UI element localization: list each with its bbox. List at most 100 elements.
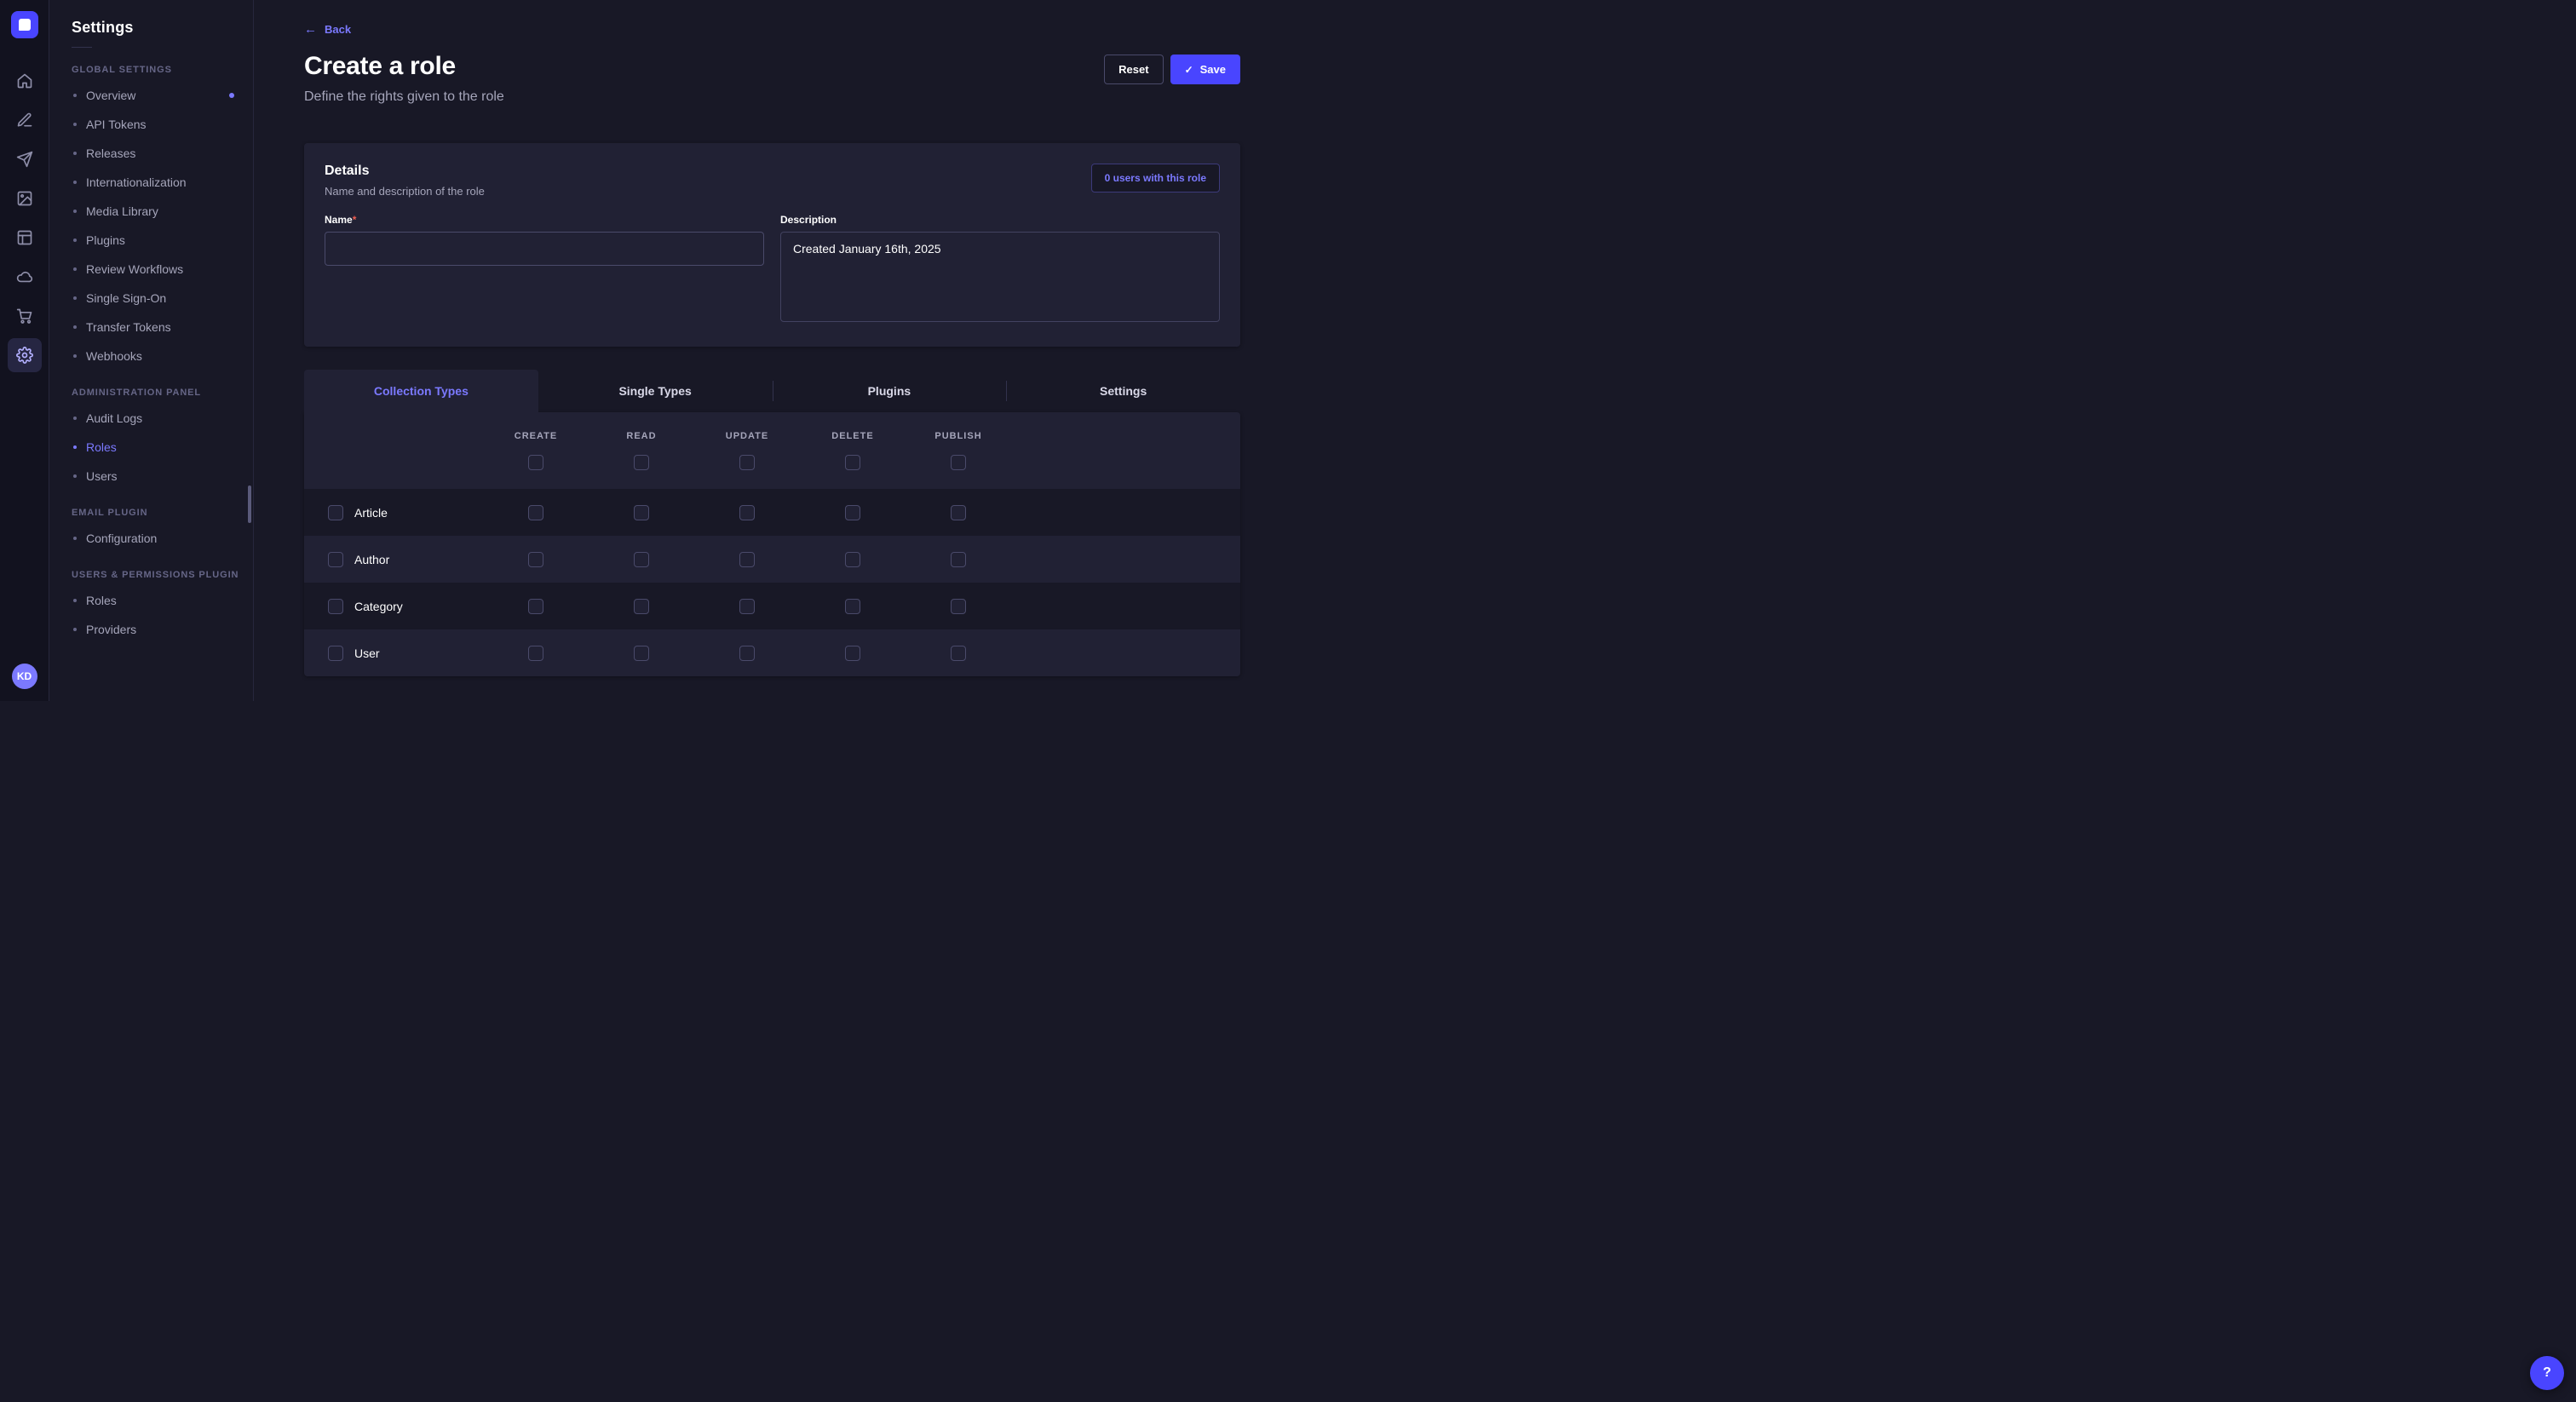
bullet-dot [73, 417, 77, 420]
sidebar-item-roles[interactable]: Roles [72, 433, 253, 462]
article-publish-checkbox[interactable] [951, 505, 966, 520]
sidebar-item-transfer-tokens[interactable]: Transfer Tokens [72, 313, 253, 342]
details-card: Details Name and description of the role… [304, 143, 1240, 347]
article-read-checkbox[interactable] [634, 505, 649, 520]
bullet-dot [73, 325, 77, 329]
strapi-logo [11, 11, 38, 38]
sidebar-item-media-library[interactable]: Media Library [72, 197, 253, 226]
select-all-publish-checkbox[interactable] [951, 455, 966, 470]
column-label-read: READ [626, 431, 656, 441]
select-all-read-checkbox[interactable] [634, 455, 649, 470]
bullet-dot [73, 628, 77, 631]
save-button[interactable]: ✓ Save [1170, 55, 1240, 84]
avatar[interactable]: KD [12, 664, 37, 689]
column-label-update: UPDATE [726, 431, 768, 441]
nav-home-icon[interactable] [8, 64, 42, 98]
sidebar-item-webhooks[interactable]: Webhooks [72, 342, 253, 371]
user-delete-checkbox[interactable] [845, 646, 860, 661]
nav-releases-icon[interactable] [8, 142, 42, 176]
header-actions: Reset ✓ Save [1104, 52, 1240, 84]
author-delete-checkbox[interactable] [845, 552, 860, 567]
tab-collection-types[interactable]: Collection Types [304, 370, 538, 412]
sidebar-item-plugins[interactable]: Plugins [72, 226, 253, 255]
sidebar-item-roles[interactable]: Roles [72, 586, 253, 615]
nav-media-library-icon[interactable] [8, 181, 42, 215]
nav-cloud-icon[interactable] [8, 260, 42, 294]
sidebar-item-label: Media Library [86, 204, 158, 218]
article-select-checkbox[interactable] [328, 505, 343, 520]
row-label-user: User [354, 646, 380, 660]
nav-settings-icon[interactable] [8, 338, 42, 372]
sidebar-item-overview[interactable]: Overview [72, 81, 253, 110]
author-select-checkbox[interactable] [328, 552, 343, 567]
page-title: Create a role [304, 52, 504, 81]
article-create-checkbox[interactable] [528, 505, 543, 520]
tab-plugins[interactable]: Plugins [773, 370, 1007, 412]
column-label-create: CREATE [515, 431, 557, 441]
sidebar-item-single-sign-on[interactable]: Single Sign-On [72, 284, 253, 313]
user-publish-checkbox[interactable] [951, 646, 966, 661]
select-all-update-checkbox[interactable] [739, 455, 755, 470]
users-with-role-button[interactable]: 0 users with this role [1091, 164, 1220, 192]
category-read-checkbox[interactable] [634, 599, 649, 614]
sidebar-section-administration-panel: ADMINISTRATION PANEL [72, 388, 253, 398]
sidebar-section-email-plugin: EMAIL PLUGIN [72, 508, 253, 518]
description-textarea[interactable]: Created January 16th, 2025 [780, 232, 1220, 322]
sidebar-item-api-tokens[interactable]: API Tokens [72, 110, 253, 139]
sidebar-item-audit-logs[interactable]: Audit Logs [72, 404, 253, 433]
permission-row-category: Category [304, 583, 1240, 629]
sidebar-item-releases[interactable]: Releases [72, 139, 253, 168]
author-update-checkbox[interactable] [739, 552, 755, 567]
category-update-checkbox[interactable] [739, 599, 755, 614]
user-read-checkbox[interactable] [634, 646, 649, 661]
sidebar-item-label: Internationalization [86, 175, 187, 189]
column-delete: DELETE [800, 431, 906, 470]
sidebar-item-label: Plugins [86, 233, 125, 247]
sidebar-item-configuration[interactable]: Configuration [72, 524, 253, 553]
details-subtitle: Name and description of the role [325, 185, 485, 198]
nav-content-type-builder-icon[interactable] [8, 221, 42, 255]
article-update-checkbox[interactable] [739, 505, 755, 520]
permission-row-user: User [304, 629, 1240, 676]
select-all-create-checkbox[interactable] [528, 455, 543, 470]
sidebar-sections: GLOBAL SETTINGSOverviewAPI TokensRelease… [72, 65, 253, 644]
author-read-checkbox[interactable] [634, 552, 649, 567]
tab-single-types[interactable]: Single Types [538, 370, 773, 412]
column-update: UPDATE [694, 431, 800, 470]
sidebar-title: Settings [72, 19, 253, 37]
sidebar-item-internationalization[interactable]: Internationalization [72, 168, 253, 197]
category-publish-checkbox[interactable] [951, 599, 966, 614]
app-window: KD Settings GLOBAL SETTINGSOverviewAPI T… [0, 0, 1288, 701]
help-button[interactable]: ? [2530, 1356, 2564, 1390]
user-update-checkbox[interactable] [739, 646, 755, 661]
author-create-checkbox[interactable] [528, 552, 543, 567]
author-publish-checkbox[interactable] [951, 552, 966, 567]
name-field: Name* [325, 214, 764, 326]
sidebar-item-providers[interactable]: Providers [72, 615, 253, 644]
permissions-section: Collection TypesSingle TypesPluginsSetti… [304, 370, 1240, 676]
nav-marketplace-icon[interactable] [8, 299, 42, 333]
nav-rail-icons [8, 64, 42, 372]
sidebar-item-label: Releases [86, 147, 135, 160]
article-delete-checkbox[interactable] [845, 505, 860, 520]
reset-button[interactable]: Reset [1104, 55, 1163, 84]
select-all-delete-checkbox[interactable] [845, 455, 860, 470]
back-link[interactable]: ← Back [304, 23, 351, 36]
details-title: Details [325, 164, 485, 179]
back-arrow-icon: ← [304, 23, 317, 36]
category-select-checkbox[interactable] [328, 599, 343, 614]
user-select-checkbox[interactable] [328, 646, 343, 661]
name-input[interactable] [325, 232, 764, 266]
sidebar-item-review-workflows[interactable]: Review Workflows [72, 255, 253, 284]
column-create: CREATE [483, 431, 589, 470]
sidebar-item-users[interactable]: Users [72, 462, 253, 491]
user-create-checkbox[interactable] [528, 646, 543, 661]
sidebar-section-users-permissions-plugin: USERS & PERMISSIONS PLUGIN [72, 570, 253, 580]
back-label: Back [325, 23, 351, 36]
tab-settings[interactable]: Settings [1006, 370, 1240, 412]
category-create-checkbox[interactable] [528, 599, 543, 614]
nav-content-manager-icon[interactable] [8, 103, 42, 137]
sidebar-scrollbar-thumb[interactable] [248, 486, 251, 523]
sidebar-item-label: Overview [86, 89, 135, 102]
category-delete-checkbox[interactable] [845, 599, 860, 614]
